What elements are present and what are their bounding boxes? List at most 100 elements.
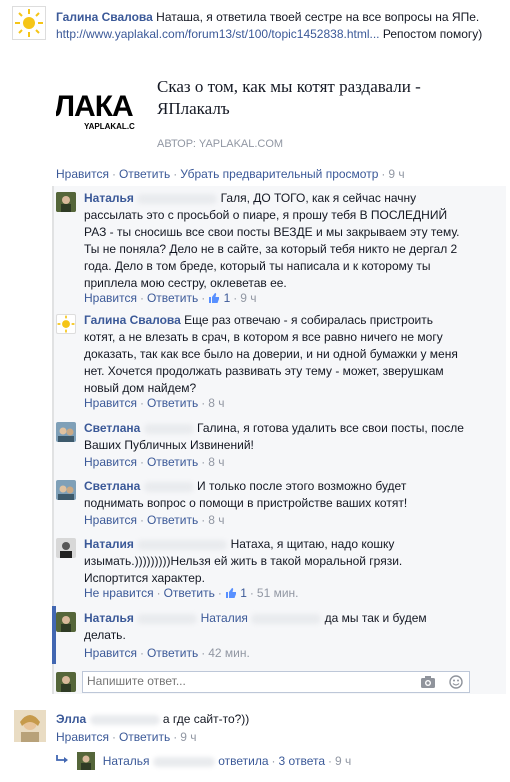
avatar[interactable]: [56, 314, 76, 334]
like-count[interactable]: 1: [240, 586, 247, 600]
reply-time: 51 мин.: [256, 586, 299, 600]
mention-link[interactable]: Наталия: [201, 611, 248, 625]
avatar[interactable]: [56, 612, 76, 632]
unlike-button[interactable]: Не нравится: [84, 586, 154, 600]
avatar[interactable]: [14, 710, 46, 742]
comment2-actions: Нравится · Ответить · 9 ч: [56, 730, 197, 744]
person-photo-icon: [56, 538, 76, 558]
reply-time: 9 ч: [240, 291, 257, 305]
avatar[interactable]: [56, 422, 76, 442]
reply-4-body: Светлана И только после этого возможно б…: [84, 478, 466, 512]
camera-icon[interactable]: [421, 676, 435, 688]
preview-logo: ЛАКА YAPLAKAL.C: [56, 68, 146, 158]
like-button[interactable]: Нравится: [84, 513, 137, 527]
post-body: Галина Свалова Наташа, я ответила твоей …: [56, 9, 496, 43]
reply-button[interactable]: Ответить: [147, 291, 198, 305]
avatar[interactable]: [56, 192, 76, 212]
link-preview[interactable]: ЛАКА YAPLAKAL.C Сказ о том, как мы котят…: [56, 68, 496, 158]
comment2-body: Элла а где сайт-то?)): [56, 711, 496, 728]
reply-time: 8 ч: [208, 455, 225, 469]
sun-icon: [15, 9, 43, 37]
person-photo-icon: [56, 422, 76, 442]
post-link[interactable]: http://www.yaplakal.com/forum13/st/100/t…: [56, 27, 380, 41]
reply-button[interactable]: Ответить: [119, 730, 170, 744]
avatar[interactable]: [56, 538, 76, 558]
reply-author[interactable]: Светлана: [84, 479, 140, 493]
reply-1-body: Наталья Галя, ДО ТОГО, как я сейчас начн…: [84, 190, 466, 292]
avatar[interactable]: [56, 672, 76, 692]
like-button[interactable]: Нравится: [84, 291, 137, 305]
like-button[interactable]: Нравится: [84, 646, 137, 660]
comment-author[interactable]: Элла: [56, 712, 86, 726]
preview-logo-main: ЛАКА: [56, 90, 134, 123]
reply-button[interactable]: Ответить: [147, 513, 198, 527]
emoji-icon[interactable]: [449, 675, 463, 689]
reply-arrow-icon: [56, 755, 68, 763]
summary-text[interactable]: ответила: [218, 754, 268, 768]
person-photo-icon: [56, 480, 76, 500]
redacted-surname: [152, 756, 215, 767]
redacted-surname: [137, 539, 228, 550]
preview-source: АВТОР: YAPLAKAL.COM: [157, 138, 284, 150]
reply-2-body: Галина Свалова Еще раз отвечаю - я собир…: [84, 312, 466, 397]
like-button[interactable]: Нравится: [84, 396, 137, 410]
reply-1-actions: Нравится · Ответить · 1 · 9 ч: [84, 291, 257, 305]
person-photo-icon: [56, 612, 76, 632]
like-button[interactable]: Нравится: [84, 455, 137, 469]
reply-2-actions: Нравится · Ответить · 8 ч: [84, 396, 225, 410]
summary-count[interactable]: 3 ответа: [279, 754, 325, 768]
summary-time: 9 ч: [335, 754, 352, 768]
sun-icon: [57, 315, 75, 333]
redacted-surname: [89, 714, 160, 725]
summary-author[interactable]: Наталья: [103, 754, 150, 768]
reply-input[interactable]: [83, 672, 411, 690]
replies-summary[interactable]: Наталья ответила · 3 ответа · 9 ч: [56, 752, 351, 770]
reply-author[interactable]: Галина Свалова: [84, 313, 181, 327]
post-author[interactable]: Галина Свалова: [56, 10, 153, 24]
like-count[interactable]: 1: [224, 291, 231, 305]
remove-preview-button[interactable]: Убрать предварительный просмотр: [180, 167, 378, 181]
post-text-after: Репостом помогу): [382, 27, 483, 41]
reply-time: 42 мин.: [208, 646, 250, 660]
reply-author[interactable]: Наталья: [84, 191, 134, 205]
reply-author[interactable]: Светлана: [84, 421, 140, 435]
reply-button[interactable]: Ответить: [147, 396, 198, 410]
post-actions: Нравится · Ответить · Убрать предварительный…: [56, 167, 405, 181]
reply-5-actions: Не нравится · Ответить · 1 · 51 мин.: [84, 586, 299, 600]
redacted-surname: [251, 613, 322, 624]
reply-text: Галя, ДО ТОГО, как я сейчас начну рассыл…: [84, 191, 460, 290]
thumbs-up-icon[interactable]: [225, 587, 237, 599]
reply-input-box[interactable]: [82, 671, 470, 693]
reply-button[interactable]: Ответить: [147, 455, 198, 469]
reply-author[interactable]: Наталья: [84, 611, 134, 625]
reply-3-body: Светлана Галина, я готова удалить все св…: [84, 420, 466, 454]
like-button[interactable]: Нравится: [56, 167, 109, 181]
reply-time: 8 ч: [208, 513, 225, 527]
redacted-surname: [137, 193, 218, 204]
reply-6-actions: Нравится · Ответить · 42 мин.: [84, 646, 250, 660]
redacted-surname: [143, 423, 194, 434]
comment-time: 9 ч: [180, 730, 197, 744]
preview-title[interactable]: Сказ о том, как мы котят раздавали - ЯПл…: [157, 76, 487, 120]
reply-button[interactable]: Ответить: [147, 646, 198, 660]
reply-5-body: Наталия Натаха, я щитаю, надо кошку изым…: [84, 536, 466, 587]
reply-author[interactable]: Наталия: [84, 537, 134, 551]
redacted-surname: [143, 481, 194, 492]
person-photo-icon: [77, 752, 96, 770]
comment-text: а где сайт-то?)): [162, 712, 250, 726]
redacted-surname: [137, 613, 198, 624]
reply-button[interactable]: Ответить: [119, 167, 170, 181]
reply-4-actions: Нравится · Ответить · 8 ч: [84, 513, 225, 527]
person-photo-icon: [56, 192, 76, 212]
reply-button[interactable]: Ответить: [164, 586, 215, 600]
reply-time: 8 ч: [208, 396, 225, 410]
preview-logo-sub: YAPLAKAL.C: [84, 122, 135, 131]
person-photo-icon: [14, 710, 46, 742]
post-time: 9 ч: [388, 167, 405, 181]
reply-3-actions: Нравится · Ответить · 8 ч: [84, 455, 225, 469]
post-avatar-sun[interactable]: [12, 6, 46, 40]
thumbs-up-icon[interactable]: [208, 292, 220, 304]
like-button[interactable]: Нравится: [56, 730, 109, 744]
avatar[interactable]: [56, 480, 76, 500]
reply-text: Галина, я готова удалить все свои посты,…: [84, 421, 464, 452]
